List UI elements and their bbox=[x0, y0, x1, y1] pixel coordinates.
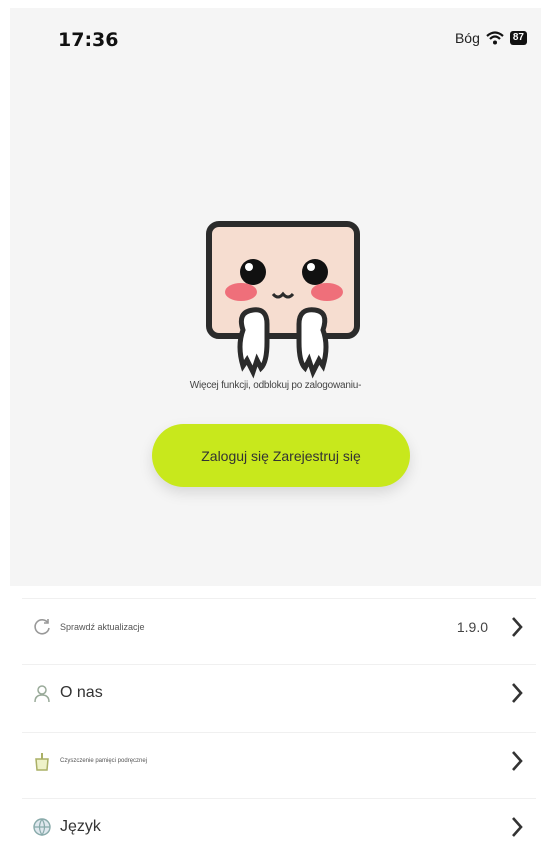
login-register-button[interactable]: Zaloguj się Zarejestruj się bbox=[152, 424, 410, 487]
menu-item-clear-cache[interactable]: Czyszczenie pamięci podręcznej bbox=[22, 732, 536, 788]
battery-indicator: 87 bbox=[509, 31, 527, 45]
menu-item-check-updates[interactable]: Sprawdź aktualizacje 1.9.0 bbox=[22, 598, 536, 654]
wifi-icon bbox=[486, 31, 504, 45]
menu-item-label: O nas bbox=[60, 683, 103, 701]
status-time: 17:36 bbox=[58, 29, 119, 51]
carrier-label: Bóg bbox=[454, 30, 480, 46]
login-hint-text: Więcej funkcji, odblokuj po zalogowaniu- bbox=[189, 380, 362, 391]
login-hero: 17:36 Bóg 87 Więcej funkcji, odblokuj po… bbox=[10, 8, 541, 586]
menu-item-about[interactable]: O nas bbox=[22, 664, 536, 720]
chevron-right-icon bbox=[512, 617, 523, 637]
chevron-right-icon bbox=[512, 817, 523, 837]
chevron-right-icon bbox=[512, 683, 523, 703]
mascot-illustration bbox=[206, 221, 360, 379]
menu-item-language[interactable]: Język bbox=[22, 798, 536, 854]
refresh-icon bbox=[34, 619, 50, 635]
person-icon bbox=[34, 685, 50, 703]
status-indicators: Bóg 87 bbox=[455, 30, 527, 46]
trash-icon bbox=[35, 753, 49, 771]
menu-item-label: Język bbox=[60, 817, 101, 835]
menu-item-label: Czyszczenie pamięci podręcznej bbox=[60, 757, 148, 764]
globe-icon bbox=[33, 818, 51, 837]
chevron-right-icon bbox=[512, 751, 523, 771]
menu-item-label: Sprawdź aktualizacje bbox=[60, 621, 145, 632]
status-bar: 17:36 Bóg 87 bbox=[10, 8, 541, 68]
app-version: 1.9.0 bbox=[456, 618, 488, 635]
